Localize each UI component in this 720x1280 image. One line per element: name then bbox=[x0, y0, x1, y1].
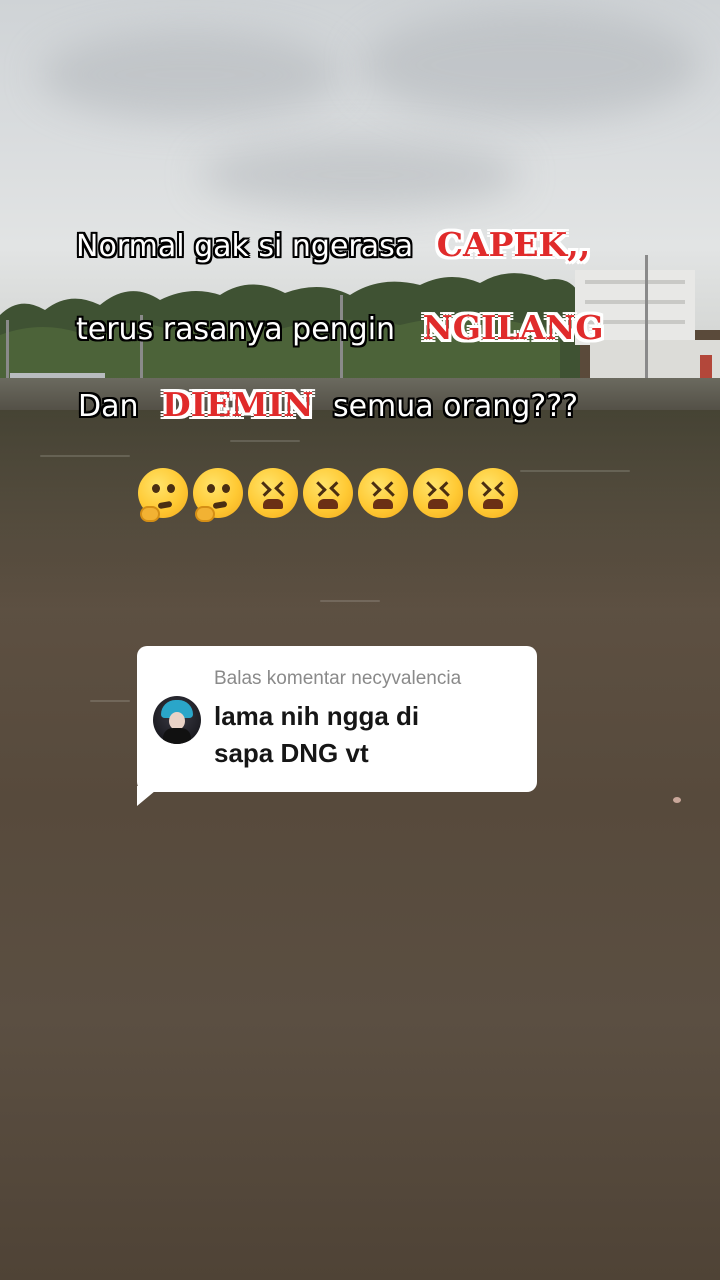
caption-highlight: CAPEK,, bbox=[436, 225, 591, 264]
caption-line-1: Normal gak si ngerasa CAPEK,, bbox=[0, 225, 720, 264]
caption-text: Normal gak si ngerasa bbox=[76, 229, 414, 264]
video-background[interactable] bbox=[0, 0, 720, 1280]
thinking-face-icon bbox=[138, 468, 188, 522]
reply-header: Balas komentar necyvalencia bbox=[214, 668, 462, 689]
caption-highlight: NGILANG bbox=[422, 308, 604, 347]
cloud bbox=[360, 10, 700, 120]
reply-text-line: sapa DNG vt bbox=[214, 738, 369, 768]
tired-face-icon bbox=[358, 468, 408, 518]
emoji-row bbox=[138, 468, 518, 522]
ripple bbox=[520, 470, 630, 472]
ripple bbox=[230, 440, 300, 442]
reply-text-line: lama nih ngga di bbox=[214, 701, 420, 731]
caption-line-3: Dan DIEMIN semua orang??? bbox=[0, 385, 720, 424]
caption-text: Dan bbox=[78, 389, 139, 424]
avatar[interactable] bbox=[153, 696, 201, 744]
floating-debris bbox=[673, 797, 681, 803]
reply-comment-sticker[interactable]: Balas komentar necyvalencia lama nih ngg… bbox=[137, 646, 537, 792]
caption-line-2: terus rasanya pengin NGILANG bbox=[0, 308, 720, 347]
tired-face-icon bbox=[468, 468, 518, 518]
reply-comment-text: lama nih ngga di sapa DNG vt bbox=[214, 698, 514, 772]
ripple bbox=[320, 600, 380, 602]
cloud bbox=[40, 30, 340, 120]
caption-highlight: DIEMIN bbox=[162, 385, 314, 424]
reply-bubble-tail bbox=[137, 786, 161, 806]
tired-face-icon bbox=[303, 468, 353, 518]
thinking-face-icon bbox=[193, 468, 243, 522]
tired-face-icon bbox=[248, 468, 298, 518]
caption-text: terus rasanya pengin bbox=[76, 312, 396, 347]
caption-text: semua orang??? bbox=[332, 389, 579, 424]
tired-face-icon bbox=[413, 468, 463, 518]
ripple bbox=[90, 700, 130, 702]
ripple bbox=[40, 455, 130, 457]
cloud bbox=[200, 140, 520, 210]
